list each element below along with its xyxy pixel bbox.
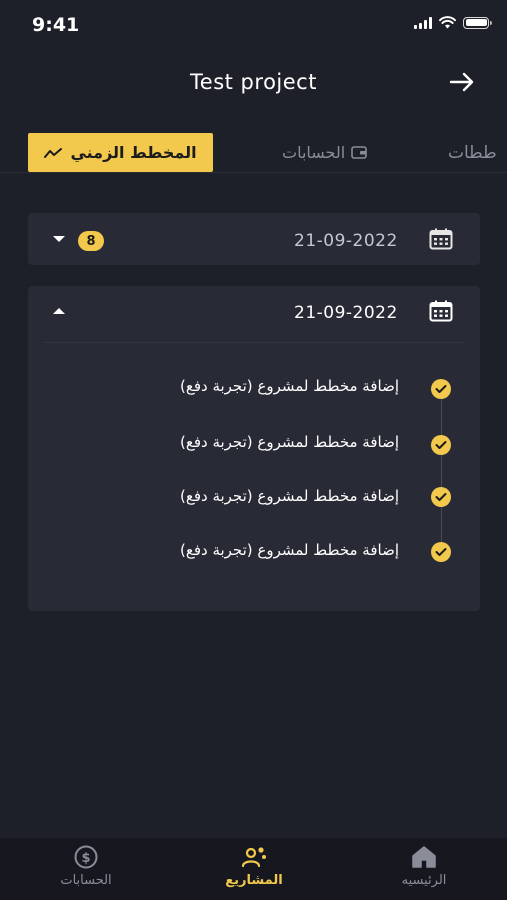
- check-circle-icon: [431, 487, 451, 507]
- nav-home-label: الرئيسيه: [401, 873, 447, 888]
- battery-icon: [463, 16, 492, 29]
- check-circle-icon: [431, 435, 451, 455]
- tab-timeline-label: المخطط الزمني: [70, 143, 197, 162]
- timeline-entry-text: إضافة مخطط لمشروع (تجربة دفع): [179, 487, 399, 505]
- nav-projects-label: المشاريع: [225, 873, 283, 888]
- collapse-caret-icon[interactable]: [53, 308, 65, 314]
- team-projects-icon: [241, 847, 266, 868]
- svg-text:$: $: [81, 851, 90, 866]
- nav-home[interactable]: الرئيسيه: [386, 845, 462, 888]
- timeline-entry-text: إضافة مخطط لمشروع (تجربة دفع): [179, 433, 399, 451]
- cellular-signal-icon: [414, 16, 432, 29]
- expand-caret-icon[interactable]: [53, 236, 65, 242]
- status-icons: [414, 16, 492, 29]
- tab-timeline[interactable]: المخطط الزمني: [28, 133, 213, 172]
- nav-accounts[interactable]: $ الحسابات: [52, 845, 120, 888]
- check-circle-icon: [431, 379, 451, 399]
- nav-projects[interactable]: المشاريع: [212, 845, 296, 888]
- trend-line-icon: [44, 147, 63, 158]
- wifi-icon: [439, 16, 456, 29]
- collapsed-group-date: 21-09-2022: [294, 231, 398, 251]
- tab-accounts[interactable]: الحسابات: [282, 143, 367, 162]
- calendar-icon: [429, 228, 453, 250]
- back-arrow-icon[interactable]: [448, 70, 476, 94]
- timeline-entry-text: إضافة مخطط لمشروع (تجربة دفع): [179, 377, 399, 395]
- page-title: Test project: [190, 70, 317, 94]
- check-circle-icon: [431, 542, 451, 562]
- dollar-circle-icon: $: [74, 845, 98, 869]
- home-icon: [412, 846, 436, 868]
- expanded-group-date: 21-09-2022: [294, 303, 398, 323]
- wallet-icon: [351, 146, 367, 159]
- timeline-line: [441, 390, 442, 552]
- status-time: 9:41: [32, 14, 80, 36]
- timeline-entry-text: إضافة مخطط لمشروع (تجربة دفع): [179, 541, 399, 559]
- nav-accounts-label: الحسابات: [60, 873, 112, 888]
- calendar-icon: [429, 300, 453, 322]
- tabs-divider: [0, 172, 507, 173]
- count-badge: 8: [78, 231, 104, 251]
- tab-accounts-label: الحسابات: [282, 143, 346, 162]
- card-divider: [44, 342, 464, 343]
- tab-plans[interactable]: ططات: [448, 143, 497, 163]
